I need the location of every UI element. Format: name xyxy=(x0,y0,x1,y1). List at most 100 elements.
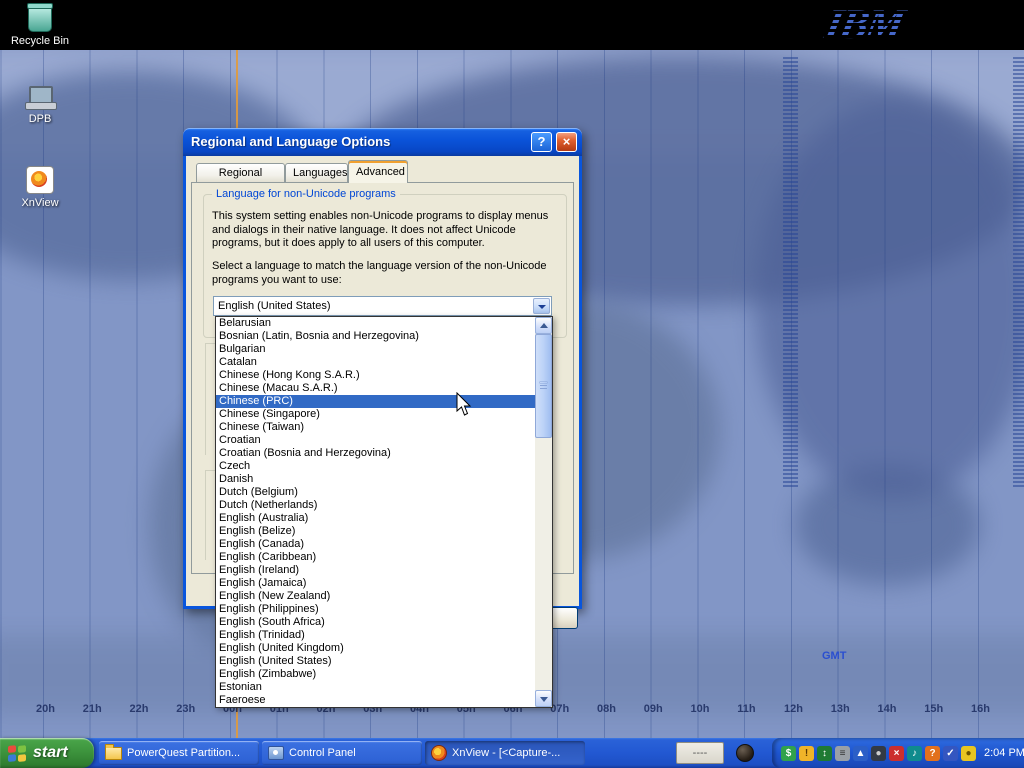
dropdown-item[interactable]: Croatian xyxy=(216,434,535,447)
system-tray: $!↕≡▲●×♪?✓● 2:04 PM xyxy=(772,738,1024,768)
dropdown-item[interactable]: English (United States) xyxy=(216,655,535,668)
dropdown-item[interactable]: Chinese (Hong Kong S.A.R.) xyxy=(216,369,535,382)
timezone-hatch-bar xyxy=(783,57,798,487)
timezone-hour-label: 21h xyxy=(83,703,102,715)
dropdown-item[interactable]: English (United Kingdom) xyxy=(216,642,535,655)
tray-icon-mute[interactable]: × xyxy=(889,746,904,761)
timezone-hour-label: 08h xyxy=(597,703,616,715)
taskbar-app-icon[interactable] xyxy=(736,744,754,762)
timezone-hour-label: 12h xyxy=(784,703,803,715)
start-button[interactable]: start xyxy=(0,738,94,768)
dropdown-item[interactable]: English (Jamaica) xyxy=(216,577,535,590)
help-button[interactable]: ? xyxy=(531,132,552,152)
hidden-groupbox-edge xyxy=(205,343,206,455)
tray-icon-update[interactable]: ✓ xyxy=(943,746,958,761)
scrollbar-thumb[interactable] xyxy=(535,334,552,438)
timezone-hour-label: 15h xyxy=(924,703,943,715)
tab-regional-options[interactable]: Regional Options xyxy=(196,163,285,183)
xnview-icon xyxy=(431,745,447,761)
wallpaper-top-strip: IBM xyxy=(0,0,1024,50)
scroll-up-icon[interactable] xyxy=(535,317,552,334)
combobox-dropdown-button[interactable] xyxy=(533,298,550,314)
close-button[interactable]: × xyxy=(556,132,577,152)
timezone-hour-label: 09h xyxy=(644,703,663,715)
desktop-icon-xnview[interactable]: XnView xyxy=(8,166,72,209)
dropdown-item[interactable]: English (Canada) xyxy=(216,538,535,551)
timezone-hour-label: 16h xyxy=(971,703,990,715)
tray-icon-help-app[interactable]: ? xyxy=(925,746,940,761)
desktop: GMT 20h21h22h23h00h01h02h03h04h05h06h07h… xyxy=(0,0,1024,768)
timezone-hour-label: 11h xyxy=(737,703,755,715)
desktop-icon-label: Recycle Bin xyxy=(11,35,69,47)
dropdown-item[interactable]: English (Caribbean) xyxy=(216,551,535,564)
desktop-icon-recycle-bin[interactable]: Recycle Bin xyxy=(8,6,72,47)
windows-flag-icon xyxy=(8,744,27,763)
tray-icons: $!↕≡▲●×♪?✓● xyxy=(781,746,976,761)
desktop-icon-label: DPB xyxy=(29,113,52,125)
dropdown-item[interactable]: Catalan xyxy=(216,356,535,369)
list-scrollbar[interactable] xyxy=(535,317,552,707)
dropdown-item[interactable]: Estonian xyxy=(216,681,535,694)
dropdown-item[interactable]: Chinese (PRC) xyxy=(216,395,535,408)
dropdown-item[interactable]: Bulgarian xyxy=(216,343,535,356)
dropdown-item[interactable]: Faeroese xyxy=(216,694,535,707)
ibm-logo-stripes xyxy=(821,2,941,48)
taskbar-button-powerquest[interactable]: PowerQuest Partition... xyxy=(99,741,259,765)
timezone-hour-label: 23h xyxy=(176,703,195,715)
taskbar-button-label: XnView - [<Capture-... xyxy=(452,747,560,759)
tray-icon-network[interactable]: ▲ xyxy=(853,746,868,761)
tray-icon-currency[interactable]: $ xyxy=(781,746,796,761)
dropdown-item[interactable]: Dutch (Netherlands) xyxy=(216,499,535,512)
tray-icon-volume[interactable]: ♪ xyxy=(907,746,922,761)
desktop-icon-dpb[interactable]: DPB xyxy=(8,86,72,125)
language-dropdown-list: BelarusianBosnian (Latin, Bosnia and Her… xyxy=(215,316,553,708)
tab-advanced[interactable]: Advanced xyxy=(348,160,408,183)
timezone-hour-label: 13h xyxy=(831,703,850,715)
dropdown-item[interactable]: English (Belize) xyxy=(216,525,535,538)
dropdown-item[interactable]: Chinese (Macau S.A.R.) xyxy=(216,382,535,395)
dropdown-item[interactable]: English (Australia) xyxy=(216,512,535,525)
tab-languages[interactable]: Languages xyxy=(285,163,348,183)
start-button-label: start xyxy=(33,744,68,762)
language-combobox[interactable]: English (United States) xyxy=(213,296,552,316)
dialog-titlebar[interactable]: Regional and Language Options ? × xyxy=(183,128,582,156)
dropdown-item[interactable]: Croatian (Bosnia and Herzegovina) xyxy=(216,447,535,460)
dropdown-item[interactable]: English (Zimbabwe) xyxy=(216,668,535,681)
tray-icon-status[interactable]: ● xyxy=(961,746,976,761)
desktop-icon-label: XnView xyxy=(21,197,58,209)
tray-icon-display[interactable]: ≡ xyxy=(835,746,850,761)
timezone-hour-label: 07h xyxy=(550,703,569,715)
taskbar-button-label: Control Panel xyxy=(289,747,356,759)
folder-icon xyxy=(105,747,122,760)
timezone-hour-label: 10h xyxy=(691,703,710,715)
dropdown-item[interactable]: English (Philippines) xyxy=(216,603,535,616)
dropdown-item[interactable]: Czech xyxy=(216,460,535,473)
control-panel-icon xyxy=(268,746,284,760)
dropdown-item[interactable]: English (South Africa) xyxy=(216,616,535,629)
dropdown-item[interactable]: Chinese (Taiwan) xyxy=(216,421,535,434)
tray-icon-alert-shield[interactable]: ! xyxy=(799,746,814,761)
timezone-hour-label: 22h xyxy=(130,703,149,715)
groupbox-caption: Language for non-Unicode programs xyxy=(212,188,400,200)
dropdown-item[interactable]: Dutch (Belgium) xyxy=(216,486,535,499)
non-unicode-instruction: Select a language to match the language … xyxy=(212,260,564,287)
tray-icon-app-dark[interactable]: ● xyxy=(871,746,886,761)
taskbar-divider-chip[interactable]: ---- xyxy=(676,742,724,764)
dropdown-item[interactable]: English (New Zealand) xyxy=(216,590,535,603)
tray-icon-sync[interactable]: ↕ xyxy=(817,746,832,761)
timezone-hour-label: 14h xyxy=(878,703,897,715)
taskbar-button-xnview[interactable]: XnView - [<Capture-... xyxy=(425,741,585,765)
mouse-cursor xyxy=(456,392,474,418)
dropdown-item[interactable]: Chinese (Singapore) xyxy=(216,408,535,421)
scroll-down-icon[interactable] xyxy=(535,690,552,707)
xnview-icon xyxy=(26,166,54,194)
taskbar-button-label: PowerQuest Partition... xyxy=(127,747,240,759)
dropdown-item[interactable]: Belarusian xyxy=(216,317,535,330)
dropdown-item[interactable]: English (Trinidad) xyxy=(216,629,535,642)
taskbar-button-control-panel[interactable]: Control Panel xyxy=(262,741,422,765)
dropdown-item[interactable]: English (Ireland) xyxy=(216,564,535,577)
non-unicode-description: This system setting enables non-Unicode … xyxy=(212,210,564,251)
dropdown-item[interactable]: Danish xyxy=(216,473,535,486)
dropdown-item[interactable]: Bosnian (Latin, Bosnia and Herzegovina) xyxy=(216,330,535,343)
tray-clock[interactable]: 2:04 PM xyxy=(984,747,1024,759)
